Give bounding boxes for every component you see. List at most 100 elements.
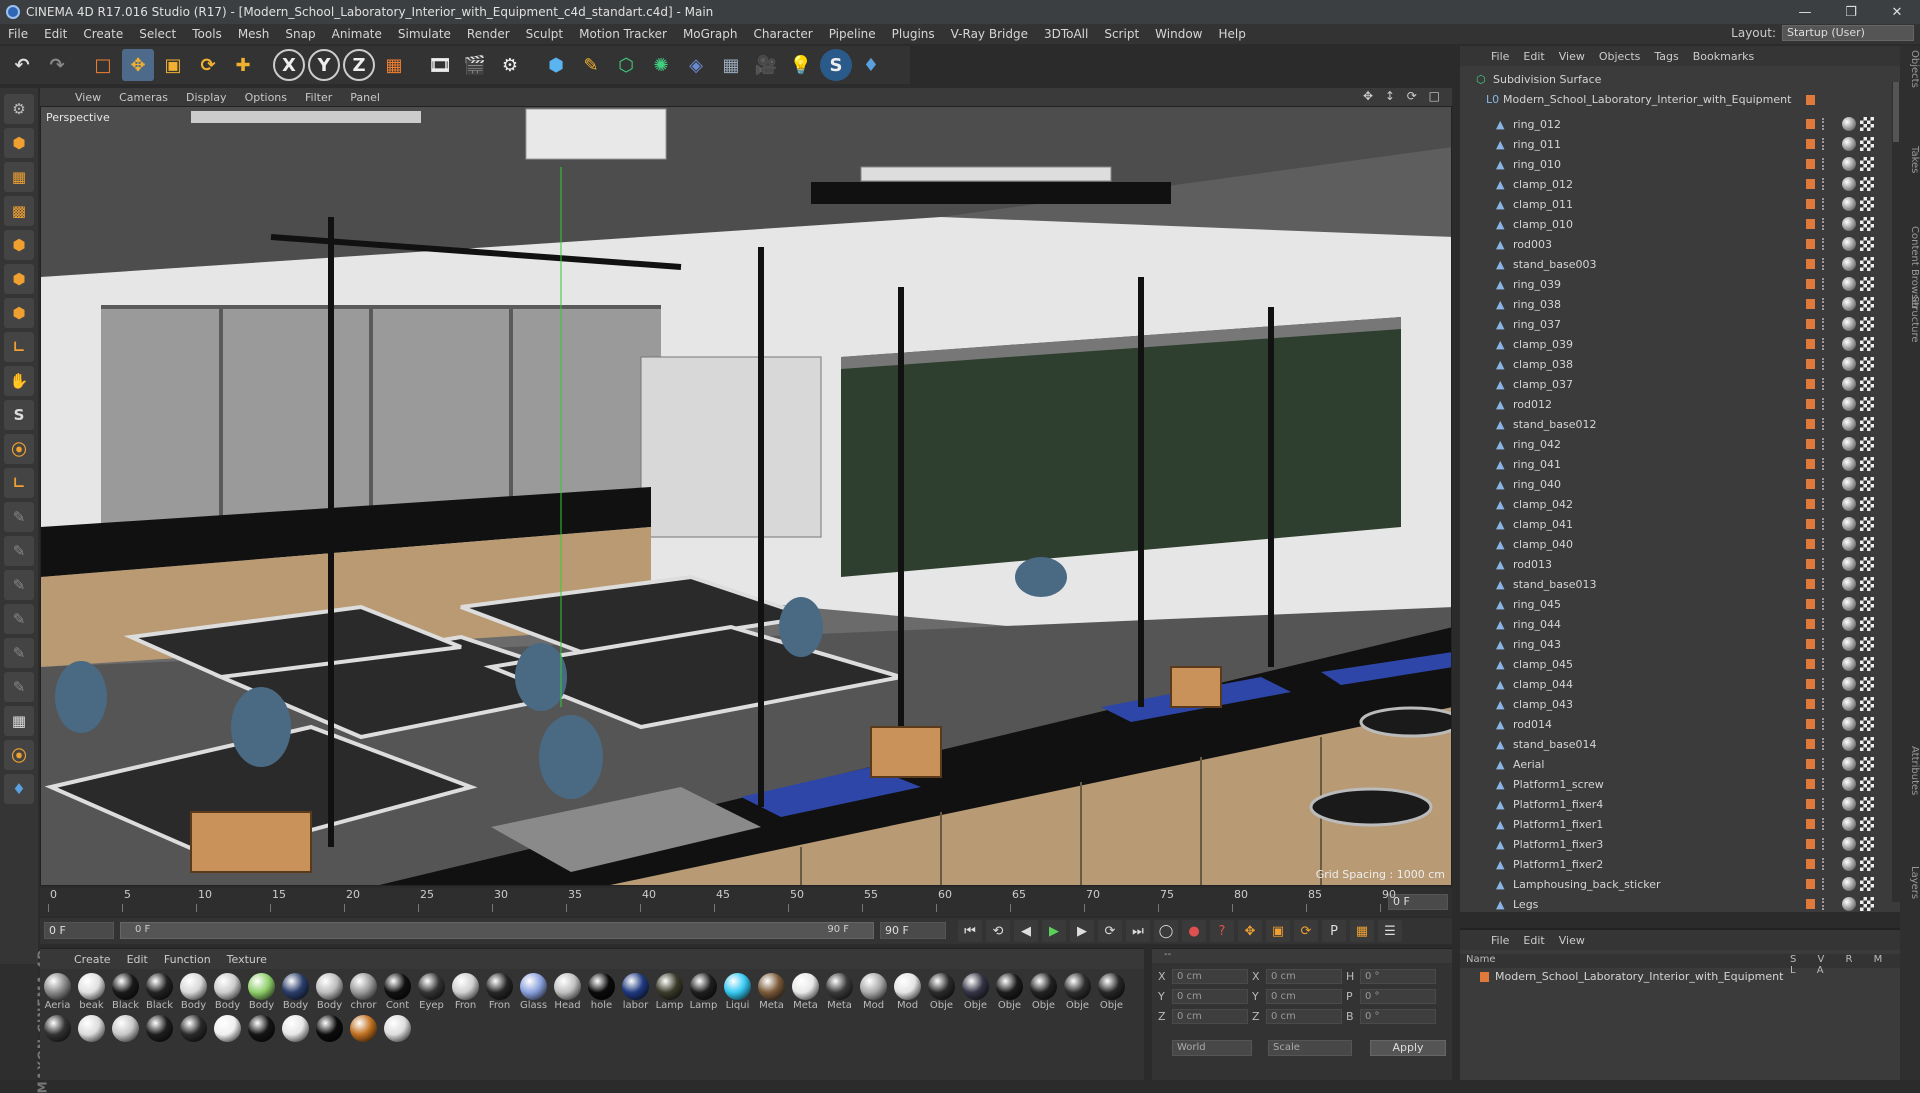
object-tree-row[interactable]: ▲ Aerial xyxy=(1460,754,1900,774)
tree-root-row[interactable]: ⬡ Subdivision Surface xyxy=(1460,70,1900,88)
camera-icon[interactable]: 🎥 xyxy=(750,49,782,81)
restore-icon[interactable]: ❐ xyxy=(1828,0,1874,24)
model-mode-icon[interactable]: ⬢ xyxy=(4,128,34,158)
material-swatch[interactable]: Obje xyxy=(994,973,1025,1013)
quantize-icon[interactable]: ⦿ xyxy=(4,740,34,770)
object-tree-row[interactable]: ▲ clamp_037 xyxy=(1460,374,1900,394)
paint-icon[interactable]: ✎ xyxy=(4,570,34,600)
texture-tag-icon[interactable] xyxy=(1860,557,1874,571)
material-tag-icon[interactable] xyxy=(1842,457,1856,471)
coordinate-field[interactable]: 0 cm xyxy=(1172,969,1248,984)
material-tag-icon[interactable] xyxy=(1842,877,1856,891)
texture-tag-icon[interactable] xyxy=(1860,437,1874,451)
material-tag-icon[interactable] xyxy=(1842,417,1856,431)
visibility-dots-icon[interactable] xyxy=(1822,878,1826,890)
material-swatch[interactable]: Glass xyxy=(518,973,549,1013)
key-param-icon[interactable]: P xyxy=(1322,920,1346,942)
material-tag-icon[interactable] xyxy=(1842,117,1856,131)
side-tab-objects[interactable]: Objects xyxy=(1900,50,1920,88)
menu-mesh[interactable]: Mesh xyxy=(230,27,278,41)
material-swatch[interactable]: labor xyxy=(620,973,651,1013)
visibility-dots-icon[interactable] xyxy=(1822,118,1826,130)
material-tag-icon[interactable] xyxy=(1842,657,1856,671)
grid-snap-icon[interactable]: ▦ xyxy=(4,706,34,736)
side-tab-structure[interactable]: Structure xyxy=(1900,296,1920,343)
material-tag-icon[interactable] xyxy=(1842,177,1856,191)
texture-tag-icon[interactable] xyxy=(1860,757,1874,771)
material-swatch[interactable] xyxy=(246,1015,277,1055)
array-icon[interactable]: ✺ xyxy=(645,49,677,81)
texture-tag-icon[interactable] xyxy=(1860,477,1874,491)
material-tag-icon[interactable] xyxy=(1842,277,1856,291)
material-swatch[interactable]: Meta xyxy=(790,973,821,1013)
visibility-dots-icon[interactable] xyxy=(1822,738,1826,750)
object-tree-row[interactable]: ▲ Platform1_screw xyxy=(1460,774,1900,794)
menu-simulate[interactable]: Simulate xyxy=(390,27,459,41)
object-tree-row[interactable]: ▲ Platform1_fixer1 xyxy=(1460,814,1900,834)
material-tag-icon[interactable] xyxy=(1842,437,1856,451)
visibility-dots-icon[interactable] xyxy=(1822,158,1826,170)
texture-tag-icon[interactable] xyxy=(1860,857,1874,871)
material-tag-icon[interactable] xyxy=(1842,837,1856,851)
material-menu-function[interactable]: Function xyxy=(156,953,219,966)
texture-tag-icon[interactable] xyxy=(1860,717,1874,731)
object-tree-row[interactable]: ▲ ring_012 xyxy=(1460,114,1900,134)
live-selection-icon[interactable]: □ xyxy=(87,49,119,81)
visibility-dots-icon[interactable] xyxy=(1822,618,1826,630)
python-script-icon[interactable]: ♦ xyxy=(4,774,34,804)
visibility-dots-icon[interactable] xyxy=(1822,778,1826,790)
object-tree-row[interactable]: ▲ clamp_040 xyxy=(1460,534,1900,554)
material-tag-icon[interactable] xyxy=(1842,477,1856,491)
texture-tag-icon[interactable] xyxy=(1860,317,1874,331)
material-tag-icon[interactable] xyxy=(1842,857,1856,871)
texture-tag-icon[interactable] xyxy=(1860,417,1874,431)
visibility-dots-icon[interactable] xyxy=(1822,718,1826,730)
visibility-dots-icon[interactable] xyxy=(1822,518,1826,530)
material-swatch[interactable]: Lamp xyxy=(654,973,685,1013)
object-tree-row[interactable]: ▲ Platform1_fixer2 xyxy=(1460,854,1900,874)
texture-tag-icon[interactable] xyxy=(1860,217,1874,231)
timeline-window-icon[interactable]: ☰ xyxy=(1378,920,1402,942)
material-swatch[interactable]: Mod xyxy=(892,973,923,1013)
visibility-dots-icon[interactable] xyxy=(1822,658,1826,670)
side-tab-layers[interactable]: Layers xyxy=(1900,866,1920,899)
workplane-icon[interactable]: ▩ xyxy=(4,196,34,226)
visibility-dots-icon[interactable] xyxy=(1822,398,1826,410)
visibility-dots-icon[interactable] xyxy=(1822,858,1826,870)
material-swatch[interactable]: Aeria xyxy=(42,973,73,1013)
material-tag-icon[interactable] xyxy=(1842,697,1856,711)
object-tree-row[interactable]: ▲ stand_base003 xyxy=(1460,254,1900,274)
menu-pipeline[interactable]: Pipeline xyxy=(821,27,884,41)
texture-mode-icon[interactable]: ▦ xyxy=(4,162,34,192)
object-scrollbar[interactable] xyxy=(1892,82,1900,902)
sculpt-icon[interactable]: ✎ xyxy=(4,536,34,566)
key-scale-icon[interactable]: ▣ xyxy=(1266,920,1290,942)
texture-tag-icon[interactable] xyxy=(1860,257,1874,271)
z-axis-lock-button[interactable]: Z xyxy=(343,49,375,81)
menu-character[interactable]: Character xyxy=(745,27,820,41)
render-view-icon[interactable]: 🎞 xyxy=(424,49,456,81)
texture-tag-icon[interactable] xyxy=(1860,517,1874,531)
coordinate-field[interactable]: 0 ° xyxy=(1360,1009,1436,1024)
visibility-dots-icon[interactable] xyxy=(1822,378,1826,390)
end-frame-field[interactable]: 90 F xyxy=(880,922,946,939)
visibility-dots-icon[interactable] xyxy=(1822,238,1826,250)
visibility-dots-icon[interactable] xyxy=(1822,318,1826,330)
attribute-menu-edit[interactable]: Edit xyxy=(1516,934,1551,947)
material-tag-icon[interactable] xyxy=(1842,337,1856,351)
smooth-icon[interactable]: ✎ xyxy=(4,604,34,634)
coordinate-field[interactable]: 0 cm xyxy=(1266,1009,1342,1024)
menu-sculpt[interactable]: Sculpt xyxy=(518,27,571,41)
material-tag-icon[interactable] xyxy=(1842,777,1856,791)
object-tree-row[interactable]: ▲ Platform1_fixer4 xyxy=(1460,794,1900,814)
move-icon[interactable]: ✥ xyxy=(122,49,154,81)
material-tag-icon[interactable] xyxy=(1842,317,1856,331)
texture-tag-icon[interactable] xyxy=(1860,777,1874,791)
viewport-menu-display[interactable]: Display xyxy=(177,91,236,104)
object-tree-row[interactable]: ▲ clamp_039 xyxy=(1460,334,1900,354)
visibility-dots-icon[interactable] xyxy=(1822,638,1826,650)
object-tree-row[interactable]: ▲ ring_044 xyxy=(1460,614,1900,634)
material-tag-icon[interactable] xyxy=(1842,517,1856,531)
menu-help[interactable]: Help xyxy=(1210,27,1253,41)
tree-group-row[interactable]: L0 Modern_School_Laboratory_Interior_wit… xyxy=(1460,90,1900,108)
